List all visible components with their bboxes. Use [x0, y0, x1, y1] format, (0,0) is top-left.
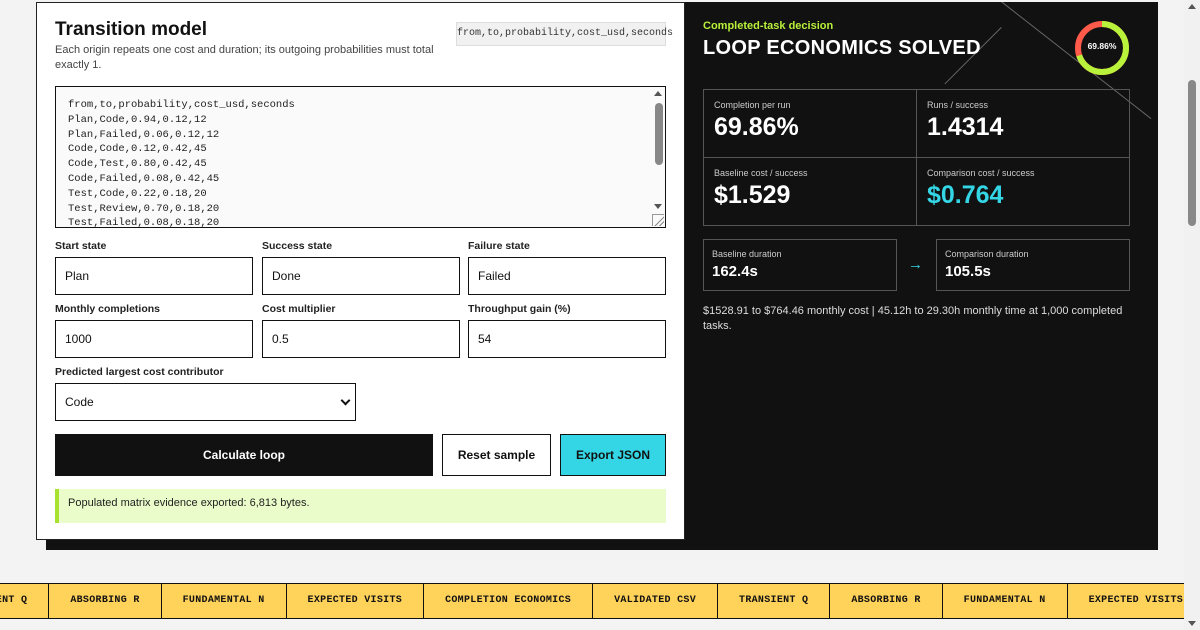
throughput-gain-label: Throughput gain (%)	[468, 303, 571, 315]
baseline-cost-metric: Baseline cost / success $1.529	[704, 158, 917, 226]
ticker-item: ABSORBING R	[830, 584, 943, 618]
baseline-cost-value: $1.529	[714, 181, 791, 209]
cost-multiplier-label: Cost multiplier	[262, 303, 336, 315]
ticker-item: VALIDATED CSV	[593, 584, 719, 618]
completion-metric-value: 69.86%	[714, 113, 799, 141]
cost-contributor-select[interactable]: Code	[55, 383, 356, 421]
failure-state-input[interactable]: Failed	[468, 257, 666, 295]
scroll-down-icon[interactable]	[1188, 621, 1196, 626]
success-state-label: Success state	[262, 240, 333, 252]
ticker-track: TRANSIENT QABSORBING RFUNDAMENTAL NEXPEC…	[0, 584, 1184, 618]
throughput-gain-input[interactable]: 54	[468, 320, 666, 358]
runs-metric-label: Runs / success	[927, 100, 989, 110]
ticker-item: FUNDAMENTAL N	[162, 584, 287, 618]
metrics-grid: Completion per run 69.86% Runs / success…	[703, 89, 1130, 226]
panel-subtitle: Each origin repeats one cost and duratio…	[55, 44, 434, 71]
cost-contributor-value[interactable]: Code	[65, 395, 94, 409]
comparison-cost-metric: Comparison cost / success $0.764	[917, 158, 1130, 226]
topic-ticker: TRANSIENT QABSORBING RFUNDAMENTAL NEXPEC…	[0, 583, 1184, 619]
csv-header-chip: from,to,probability,cost_usd,seconds	[456, 22, 673, 46]
cost-contributor-label: Predicted largest cost contributor	[55, 366, 224, 378]
baseline-cost-label: Baseline cost / success	[714, 168, 808, 178]
ticker-item: EXPECTED VISITS	[1068, 584, 1184, 618]
donut-label: 69.86%	[1087, 41, 1117, 51]
monthly-completions-label: Monthly completions	[55, 303, 160, 315]
comparison-cost-value: $0.764	[927, 181, 1004, 209]
ticker-item: EXPECTED VISITS	[287, 584, 425, 618]
calculate-loop-button[interactable]: Calculate loop	[55, 434, 433, 476]
failure-state-label: Failure state	[468, 240, 530, 252]
comparison-cost-label: Comparison cost / success	[927, 168, 1035, 178]
csv-textarea[interactable]: from,to,probability,cost_usd,seconds Pla…	[55, 86, 666, 228]
ticker-item: TRANSIENT Q	[718, 584, 831, 618]
export-notice: Populated matrix evidence exported: 6,81…	[55, 489, 666, 523]
ticker-item: COMPLETION ECONOMICS	[424, 584, 594, 618]
comparison-duration-value: 105.5s	[945, 263, 991, 280]
comparison-duration-label: Comparison duration	[945, 249, 1029, 259]
comparison-duration-card: Comparison duration 105.5s	[936, 239, 1130, 291]
start-state-label: Start state	[55, 240, 107, 252]
ticker-item: TRANSIENT Q	[0, 584, 50, 618]
success-state-input[interactable]: Done	[262, 257, 460, 295]
runs-metric: Runs / success 1.4314	[917, 90, 1130, 158]
baseline-duration-label: Baseline duration	[712, 249, 782, 259]
monthly-summary: $1528.91 to $764.46 monthly cost | 45.12…	[703, 305, 1123, 332]
completion-metric-label: Completion per run	[714, 100, 791, 110]
monthly-completions-input[interactable]: 1000	[55, 320, 253, 358]
completion-metric: Completion per run 69.86%	[704, 90, 917, 158]
export-json-button[interactable]: Export JSON	[560, 434, 666, 476]
runs-metric-value: 1.4314	[927, 113, 1004, 141]
csv-content[interactable]: from,to,probability,cost_usd,seconds Pla…	[68, 98, 295, 227]
decision-kicker: Completed-task decision	[703, 20, 834, 32]
panel-title: Transition model	[55, 19, 208, 40]
scroll-thumb[interactable]	[655, 103, 663, 165]
resize-grip-icon[interactable]	[652, 214, 664, 226]
ticker-item: FUNDAMENTAL N	[943, 584, 1068, 618]
baseline-duration-card: Baseline duration 162.4s	[703, 239, 897, 291]
chevron-down-icon[interactable]	[340, 395, 351, 406]
baseline-duration-value: 162.4s	[712, 263, 758, 280]
start-state-input[interactable]: Plan	[55, 257, 253, 295]
ticker-item: ABSORBING R	[49, 584, 162, 618]
scroll-up-icon[interactable]	[654, 91, 662, 96]
decision-headline: LOOP ECONOMICS SOLVED	[703, 37, 981, 59]
scroll-down-icon[interactable]	[654, 204, 662, 209]
completion-donut: 69.86%	[1073, 19, 1131, 77]
scroll-up-icon[interactable]	[1188, 4, 1196, 9]
cost-multiplier-input[interactable]: 0.5	[262, 320, 460, 358]
reset-sample-button[interactable]: Reset sample	[442, 434, 551, 476]
page-scroll-thumb[interactable]	[1188, 80, 1196, 226]
transition-model-panel: Transition model Each origin repeats one…	[36, 2, 685, 540]
decision-panel: Completed-task decision LOOP ECONOMICS S…	[685, 2, 1158, 540]
arrow-right-icon: →	[908, 256, 923, 273]
textarea-scrollbar[interactable]	[651, 87, 665, 211]
page-scrollbar[interactable]	[1184, 0, 1200, 630]
